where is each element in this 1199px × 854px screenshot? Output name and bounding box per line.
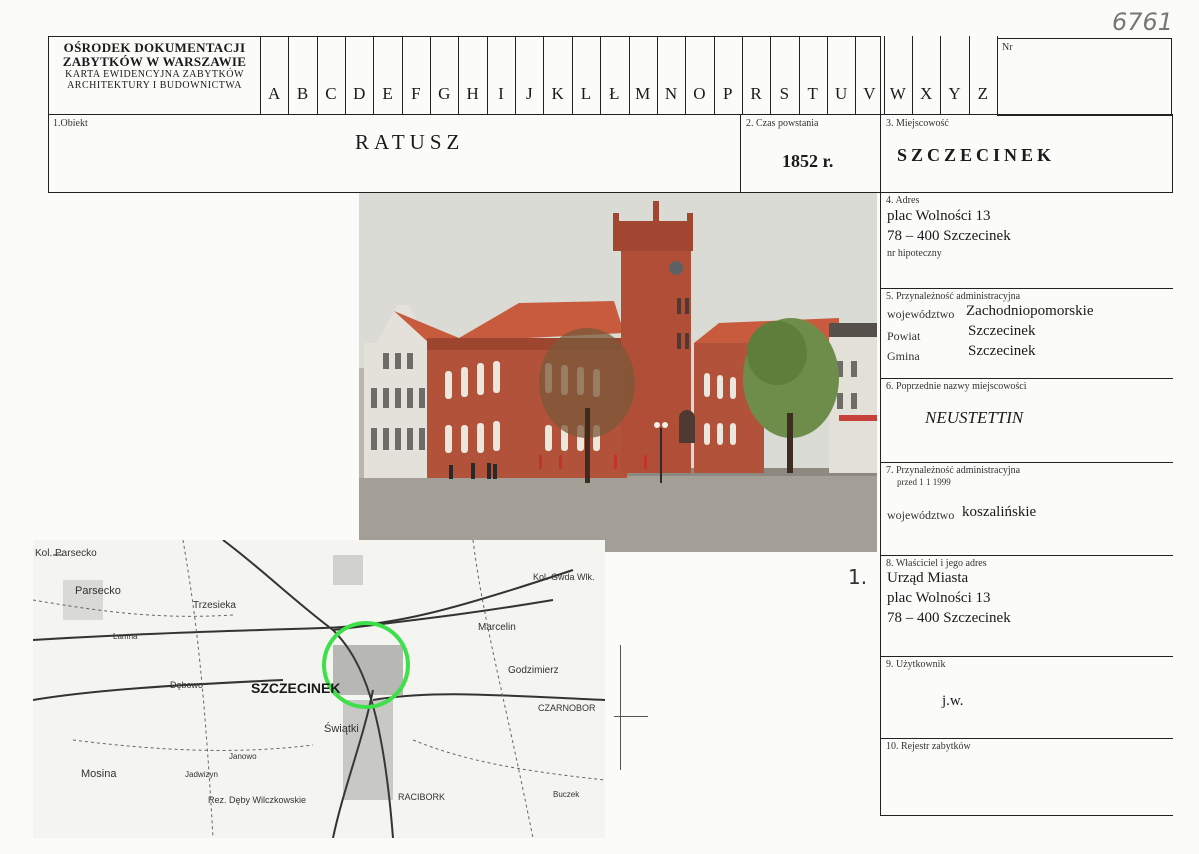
letter-cell: N xyxy=(664,84,678,103)
wlasciciel-line2: plac Wolności 13 xyxy=(887,590,991,606)
right-border-row1 xyxy=(1172,114,1173,193)
wlasciciel-label: 8. Właściciel i jego adres xyxy=(886,558,987,569)
letter-cell: C xyxy=(325,84,337,103)
miejscowosc-value: SZCZECINEK xyxy=(897,145,1056,165)
adres-label: 4. Adres xyxy=(886,195,920,206)
letter-cell: E xyxy=(382,84,393,103)
powiat-value: Szczecinek xyxy=(968,323,1036,339)
letter-cell: O xyxy=(693,84,706,103)
divider-czas xyxy=(740,114,741,193)
handwritten-number: 6761 xyxy=(1112,8,1174,36)
map-label-parsecko-top: Kol. Parsecko xyxy=(35,548,97,559)
nr-box: Nr xyxy=(997,38,1172,116)
woj-value: Zachodniopomorskie xyxy=(966,303,1094,319)
photo-number: 1. xyxy=(848,565,868,589)
letter-cell: X xyxy=(919,84,933,103)
poprzednie-label: 6. Poprzednie nazwy miejscowości xyxy=(886,381,1027,392)
divider-right-column xyxy=(880,36,881,816)
powiat-label: Powiat xyxy=(887,329,921,343)
admin-label: 5. Przynależność administracyjna xyxy=(886,291,1021,302)
uzytkownik-label: 9. Użytkownik xyxy=(886,659,946,670)
letter-cell: J xyxy=(525,84,533,103)
town-hall-photo xyxy=(359,193,877,552)
sep-4 xyxy=(880,288,1173,289)
woj-old-label: województwo xyxy=(887,508,955,522)
wlasciciel-line1: Urząd Miasta xyxy=(887,570,969,586)
sep-6 xyxy=(880,462,1173,463)
czas-value: 1852 r. xyxy=(782,151,834,171)
sep-10 xyxy=(880,815,1173,816)
letter-cell: B xyxy=(296,84,309,103)
map-label-lamna: Lamna xyxy=(113,632,138,641)
uzytkownik-value: j.w. xyxy=(942,693,964,709)
obiekt-value: RATUSZ xyxy=(355,130,465,154)
sep-8 xyxy=(880,656,1173,657)
wlasciciel-line3: 78 – 400 Szczecinek xyxy=(887,610,1011,626)
obiekt-label: 1.Obiekt xyxy=(53,118,88,129)
nr-label: Nr xyxy=(1002,42,1013,53)
poprzednie-value: NEUSTETTIN xyxy=(925,408,1024,427)
letter-cell: Y xyxy=(948,84,961,103)
letter-cell: L xyxy=(580,84,592,103)
sep-5 xyxy=(880,378,1173,379)
letter-cell: W xyxy=(889,84,906,103)
letter-cell: S xyxy=(779,84,790,103)
gmina-value: Szczecinek xyxy=(968,343,1036,359)
map-label-marcelin: Marcelin xyxy=(478,622,516,633)
map-label-racibork: RACIBORK xyxy=(398,792,446,802)
rejestr-label: 10. Rejestr zabytków xyxy=(886,741,971,752)
town-hall-illustration xyxy=(359,193,877,552)
map-label-buczek: Buczek xyxy=(553,790,580,799)
map-label-debowo: Dębowo xyxy=(170,680,204,690)
map-label-jadwizyn: Jadwizyn xyxy=(185,770,218,779)
map-label-swiatki: Świątki xyxy=(324,723,359,735)
admin-old-date: przed 1 1 1999 xyxy=(897,477,951,487)
letter-cell: P xyxy=(722,84,733,103)
letter-cell: Ł xyxy=(609,84,620,103)
sep-7 xyxy=(880,555,1173,556)
institution-header: OŚRODEK DOKUMENTACJI ZABYTKÓW W WARSZAWI… xyxy=(62,40,247,92)
adres-line1: plac Wolności 13 xyxy=(887,208,991,224)
letter-cell: M xyxy=(635,84,651,103)
letter-cell: I xyxy=(498,84,504,103)
admin-old-label: 7. Przynależność administracyjna xyxy=(886,465,1021,476)
map-label-gwda: Kol. Gwda Wlk. xyxy=(533,572,595,582)
map-label-czarnobor: CZARNOBOR xyxy=(538,703,596,713)
letter-cell: G xyxy=(438,84,451,103)
woj-label: województwo xyxy=(887,307,955,321)
miejscowosc-label: 3. Miejscowość xyxy=(886,118,949,129)
czas-label: 2. Czas powstania xyxy=(746,118,819,129)
gmina-label: Gmina xyxy=(887,349,920,363)
letter-cell: K xyxy=(551,84,564,103)
woj-old-value: koszalińskie xyxy=(962,504,1037,520)
location-map: Kol. Parsecko Parsecko Trzesieka Lamna S… xyxy=(33,540,605,838)
map-label-mosina: Mosina xyxy=(81,768,117,780)
letter-cell: D xyxy=(353,84,366,103)
map-label-godzimierz: Godzimierz xyxy=(508,665,559,676)
letter-cell: Z xyxy=(977,84,988,103)
map-label-szczecinek: SZCZECINEK xyxy=(251,680,341,696)
letter-cell: H xyxy=(466,84,479,103)
letter-cell: U xyxy=(834,84,848,103)
map-label-janowo: Janowo xyxy=(229,752,257,761)
letter-cell: T xyxy=(807,84,818,103)
orientation-mark-horizontal xyxy=(614,716,648,717)
letter-cell: R xyxy=(750,84,762,103)
hipoteczny-label: nr hipoteczny xyxy=(887,248,942,259)
adres-line2: 78 – 400 Szczecinek xyxy=(887,228,1011,244)
letter-cell: A xyxy=(268,84,281,103)
map-label-trzesieka: Trzesieka xyxy=(193,600,236,611)
letter-cell: F xyxy=(411,84,421,103)
map-label-parsecko: Parsecko xyxy=(75,585,121,597)
orientation-mark-vertical xyxy=(620,645,621,770)
map-label-deby: Rez. Dęby Wilczkowskie xyxy=(208,795,307,805)
sep-9 xyxy=(880,738,1173,739)
